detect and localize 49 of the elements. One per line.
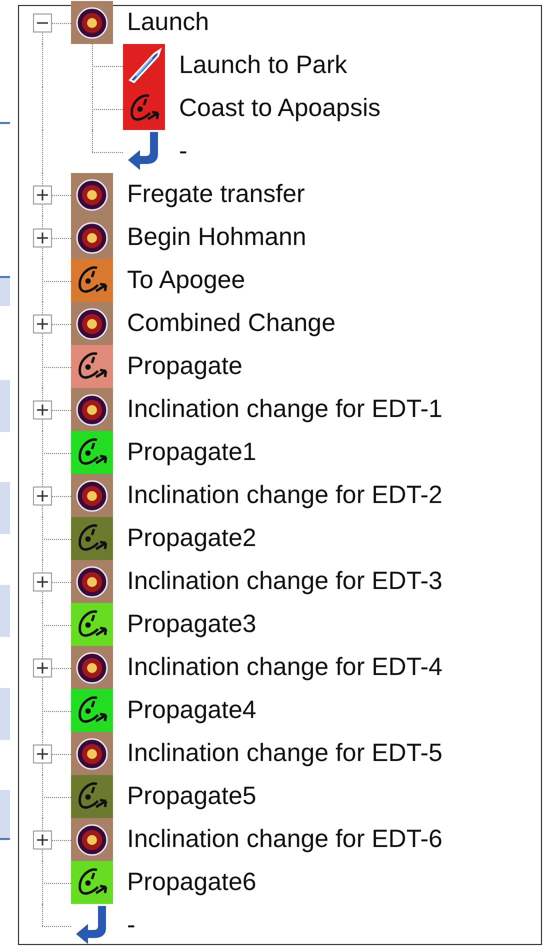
tree-item[interactable]: Propagate4 [127, 698, 256, 723]
target-icon [71, 302, 113, 345]
tree-item[interactable]: Launch to Park [179, 53, 348, 78]
expand-toggle-icon[interactable] [33, 486, 52, 505]
tree-item[interactable]: Inclination change for EDT-6 [127, 827, 442, 852]
tree-item[interactable]: Begin Hohmann [127, 225, 306, 250]
background-window-panel [0, 380, 10, 432]
tree-item[interactable]: Inclination change for EDT-5 [127, 741, 442, 766]
target-icon [71, 732, 113, 775]
target-icon [71, 388, 113, 431]
expand-toggle-icon[interactable] [33, 572, 52, 591]
target-icon [71, 474, 113, 517]
expand-toggle-icon[interactable] [33, 744, 52, 763]
tree-item[interactable]: Propagate2 [127, 526, 256, 551]
tree-item[interactable]: Inclination change for EDT-4 [127, 655, 442, 680]
tree-item[interactable]: Coast to Apoapsis [179, 96, 381, 121]
background-window-panel [0, 276, 10, 306]
tree-item[interactable]: Propagate6 [127, 870, 256, 895]
target-icon [71, 560, 113, 603]
target-icon [71, 173, 113, 216]
tree-item[interactable]: Fregate transfer [127, 182, 305, 207]
expand-toggle-icon[interactable] [33, 830, 52, 849]
tree-item[interactable]: Combined Change [127, 311, 336, 336]
target-icon [71, 646, 113, 689]
expand-toggle-icon[interactable] [33, 228, 52, 247]
tree-item[interactable]: Propagate3 [127, 612, 256, 637]
background-window-panel [0, 482, 10, 534]
background-window-edge [0, 122, 10, 124]
expand-toggle-icon[interactable] [33, 400, 52, 419]
expand-toggle-icon[interactable] [33, 185, 52, 204]
tree-item[interactable]: - [179, 139, 188, 164]
target-icon [71, 1, 113, 44]
target-icon [71, 216, 113, 259]
background-window-panel [0, 790, 10, 840]
expand-toggle-icon[interactable] [33, 314, 52, 333]
expand-toggle-icon[interactable] [33, 658, 52, 677]
tree-item[interactable]: Inclination change for EDT-1 [127, 397, 442, 422]
tree-item[interactable]: - [127, 913, 136, 938]
collapse-toggle-icon[interactable] [33, 13, 52, 32]
tree-item[interactable]: Launch [127, 10, 210, 35]
tree-item[interactable]: To Apogee [127, 268, 246, 293]
target-icon [71, 818, 113, 861]
tree-item[interactable]: Inclination change for EDT-3 [127, 569, 442, 594]
tree-item[interactable]: Propagate5 [127, 784, 256, 809]
background-window-panel [0, 585, 10, 637]
tree-item[interactable]: Propagate1 [127, 440, 256, 465]
tree-item[interactable]: Inclination change for EDT-2 [127, 483, 442, 508]
background-window-panel [0, 688, 10, 740]
tree-item[interactable]: Propagate [127, 354, 242, 379]
